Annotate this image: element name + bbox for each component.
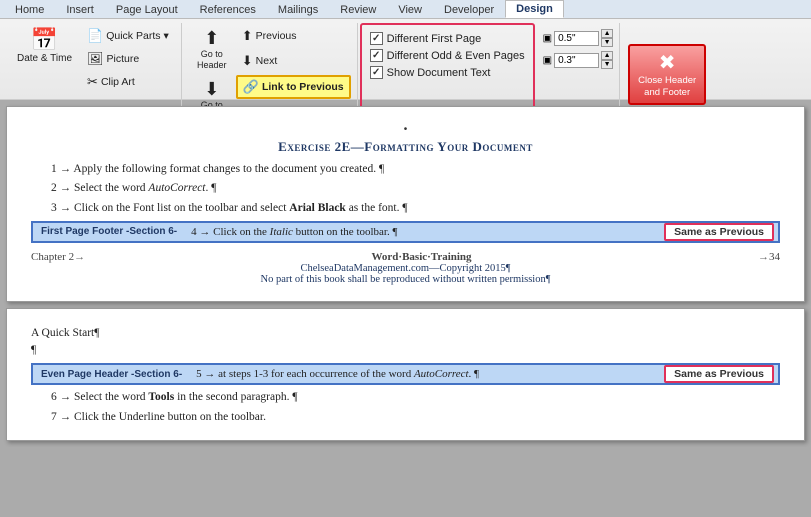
header-pos-down[interactable]: ▼ <box>601 38 613 47</box>
quick-parts-label: Quick Parts <box>106 30 160 42</box>
tab-insert[interactable]: Insert <box>55 1 105 18</box>
go-to-header-button[interactable]: ⬆ Go toHeader <box>190 25 234 74</box>
date-time-icon: 📅 <box>31 29 58 51</box>
show-document-text-item: Show Document Text <box>370 66 491 79</box>
ribbon: Home Insert Page Layout References Maili… <box>0 0 811 100</box>
footer-pos-down[interactable]: ▼ <box>601 60 613 69</box>
previous-label: Previous <box>256 30 297 42</box>
different-odd-even-item: Different Odd & Even Pages <box>370 49 525 62</box>
even-page-header-text: 5 → at steps 1-3 for each occurrence of … <box>190 368 664 380</box>
go-to-header-label: Go toHeader <box>197 49 227 71</box>
quick-parts-button[interactable]: 📄 Quick Parts ▾ <box>81 25 175 47</box>
header-pos-up[interactable]: ▲ <box>601 29 613 38</box>
link-to-previous-label: Link to Previous <box>262 81 344 93</box>
header-position-input[interactable] <box>554 31 599 46</box>
document-area: • Exercise 2E—Formatting Your Document 1… <box>0 100 811 447</box>
footer-row-1: Chapter 2 → Word·Basic·Training → 34 <box>31 251 780 263</box>
ribbon-tabs: Home Insert Page Layout References Maili… <box>0 0 811 19</box>
tab-page-layout[interactable]: Page Layout <box>105 1 189 18</box>
tab-mailings[interactable]: Mailings <box>267 1 329 18</box>
same-as-previous-button-1[interactable]: Same as Previous <box>664 223 774 241</box>
item3-text: 3 → Click on the Font list on the toolba… <box>51 202 408 214</box>
date-time-button[interactable]: 📅 Date & Time <box>10 25 79 68</box>
show-document-text-checkbox[interactable] <box>370 66 383 79</box>
header-pos-spin[interactable]: ▲ ▼ <box>601 29 613 47</box>
go-to-footer-icon: ⬇ <box>204 79 219 100</box>
item6-text: 6 → Select the word Tools in the second … <box>51 391 298 403</box>
close-header-footer-button[interactable]: ✖ Close Headerand Footer <box>628 44 706 106</box>
tab-design[interactable]: Design <box>505 0 564 18</box>
footer-rights: No part of this book shall be reproduced… <box>31 274 780 285</box>
page2-text-1: A Quick Start¶ ¶ <box>31 325 780 360</box>
tab-view[interactable]: View <box>387 1 433 18</box>
header-position-row: ▣ ▲ ▼ <box>543 29 613 47</box>
go-to-header-icon: ⬆ <box>204 28 219 49</box>
date-time-label: Date & Time <box>17 53 72 64</box>
tab-review[interactable]: Review <box>329 1 387 18</box>
page2-pilcrow: ¶ <box>31 342 780 359</box>
nav-small-stack: ⬆ Previous ⬇ Next 🔗 Link to Previous <box>236 25 351 99</box>
different-odd-even-checkbox[interactable] <box>370 49 383 62</box>
different-first-page-checkbox[interactable] <box>370 32 383 45</box>
doc-title: Exercise 2E—Formatting Your Document <box>31 139 780 155</box>
footer-pos-up[interactable]: ▲ <box>601 51 613 60</box>
page-2: A Quick Start¶ ¶ Even Page Header -Secti… <box>6 308 805 441</box>
picture-label: Picture <box>107 53 140 65</box>
doc-text-page2: 6 → Select the word Tools in the second … <box>31 389 780 426</box>
footer-page: 34 <box>769 251 780 263</box>
quick-parts-icon: 📄 <box>87 28 103 44</box>
tab-developer[interactable]: Developer <box>433 1 505 18</box>
page-1: • Exercise 2E—Formatting Your Document 1… <box>6 106 805 302</box>
footer-title: Word·Basic·Training <box>85 251 758 263</box>
header-pos-icon: ▣ <box>543 33 552 44</box>
footer-pos-icon: ▣ <box>543 55 552 66</box>
picture-button[interactable]: 🖼 Picture <box>81 48 175 70</box>
clip-art-label: Clip Art <box>101 76 135 88</box>
link-to-previous-button[interactable]: 🔗 Link to Previous <box>236 75 351 99</box>
footer-bar-label-1: First Page Footer -Section 6- <box>33 226 185 237</box>
clip-art-icon: ✂ <box>87 74 98 90</box>
tab-home[interactable]: Home <box>4 1 55 18</box>
page2-quickstart: A Quick Start¶ <box>31 325 780 342</box>
next-icon: ⬇ <box>242 53 253 69</box>
item1-text: 1 → Apply the following format changes t… <box>51 163 384 175</box>
close-x-icon: ✖ <box>638 50 696 75</box>
quick-parts-dropdown-icon: ▾ <box>163 30 168 42</box>
list-item-6: 6 → Select the word Tools in the second … <box>31 389 780 406</box>
tab-references[interactable]: References <box>189 1 267 18</box>
even-page-header-label: Even Page Header -Section 6- <box>33 369 190 380</box>
clip-art-button[interactable]: ✂ Clip Art <box>81 71 175 93</box>
list-item-1: 1 → Apply the following format changes t… <box>31 161 780 178</box>
item7-text: 7 → Click the Underline button on the to… <box>51 411 266 423</box>
different-first-page-item: Different First Page <box>370 32 482 45</box>
link-icon: 🔗 <box>243 79 259 95</box>
previous-button[interactable]: ⬆ Previous <box>236 25 351 47</box>
list-item-7: 7 → Click the Underline button on the to… <box>31 409 780 426</box>
footer-position-input[interactable] <box>554 53 599 68</box>
bullet-paragraph: • <box>31 123 780 135</box>
list-item-3: 3 → Click on the Font list on the toolba… <box>31 200 780 217</box>
item2-text: 2 → Select the word AutoCorrect. ¶ <box>51 182 216 194</box>
doc-text-1: 1 → Apply the following format changes t… <box>31 161 780 217</box>
picture-icon: 🖼 <box>87 51 104 67</box>
footer-bar-text-1: 4 → Click on the Italic button on the to… <box>185 226 664 238</box>
insert-small-stack: 📄 Quick Parts ▾ 🖼 Picture ✂ Clip Art <box>81 25 175 93</box>
list-item-2: 2 → Select the word AutoCorrect. ¶ <box>31 180 780 197</box>
footer-chapter: Chapter 2 <box>31 251 74 263</box>
footer-copyright: ChelseaDataManagement.com—Copyright 2015… <box>31 263 780 274</box>
previous-icon: ⬆ <box>242 28 253 44</box>
footer-position-row: ▣ ▲ ▼ <box>543 51 613 69</box>
next-label: Next <box>256 55 278 67</box>
same-as-previous-button-2[interactable]: Same as Previous <box>664 365 774 383</box>
footer-content-1: Chapter 2 → Word·Basic·Training → 34 Che… <box>31 247 780 289</box>
even-page-header-bar: Even Page Header -Section 6- 5 → at step… <box>31 363 780 385</box>
different-odd-even-label: Different Odd & Even Pages <box>387 50 525 62</box>
different-first-page-label: Different First Page <box>387 33 482 45</box>
close-header-footer-label: Close Headerand Footer <box>638 75 696 100</box>
next-button[interactable]: ⬇ Next <box>236 50 351 72</box>
footer-pos-spin[interactable]: ▲ ▼ <box>601 51 613 69</box>
show-document-text-label: Show Document Text <box>387 67 491 79</box>
footer-bar-1: First Page Footer -Section 6- 4 → Click … <box>31 221 780 243</box>
